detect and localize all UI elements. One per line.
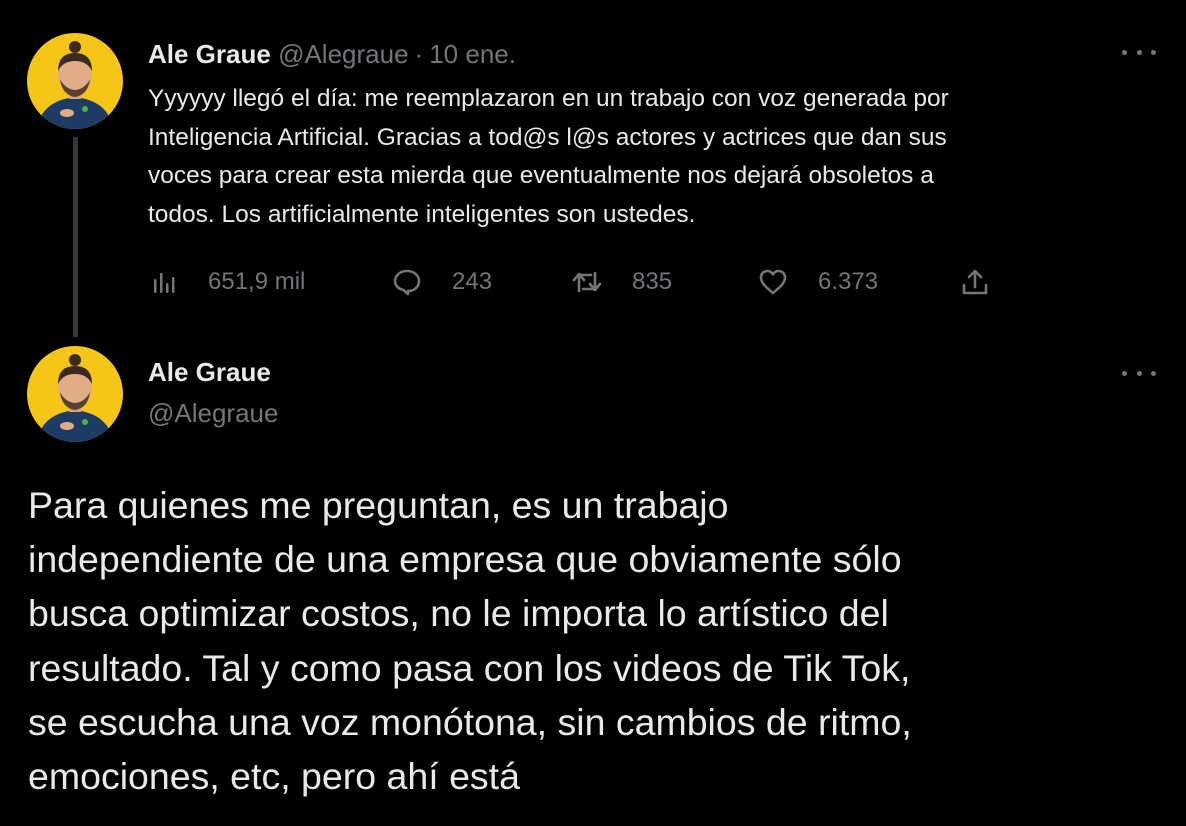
retweet-icon (572, 271, 602, 293)
tweet-text: Para quienes me preguntan, es un trabajo… (28, 484, 912, 798)
views-icon (154, 273, 175, 293)
views-count: 651,9 mil (208, 268, 306, 295)
like-button[interactable]: 6.373 (758, 262, 878, 302)
reply-button[interactable]: 243 (392, 262, 492, 302)
thread-line (73, 137, 78, 337)
tweet-text: Yyyyyy llegó el día: me reemplazaron en … (148, 85, 949, 228)
author-name[interactable]: Ale Graue (148, 356, 271, 388)
reply-icon (393, 269, 421, 296)
tweet-header: Ale Graue @Alegraue · 10 ene. (148, 38, 516, 70)
author-handle[interactable]: @Alegraue (148, 396, 278, 430)
retweet-count: 835 (632, 268, 673, 295)
views-button[interactable]: 651,9 mil (148, 262, 305, 302)
avatar-image (27, 33, 123, 129)
author-name[interactable]: Ale Graue (148, 39, 271, 69)
more-icon[interactable] (1122, 46, 1156, 58)
share-button[interactable] (960, 262, 990, 302)
avatar[interactable] (27, 346, 123, 442)
share-icon (962, 269, 988, 295)
avatar[interactable] (27, 33, 123, 129)
header-separator: · (414, 39, 424, 69)
tweet-actions: 651,9 mil 243 835 6.373 (148, 262, 1008, 302)
like-count: 6.373 (818, 268, 879, 295)
more-icon[interactable] (1122, 367, 1156, 379)
author-handle[interactable]: @Alegraue (278, 39, 408, 69)
like-icon (759, 269, 787, 295)
reply-count: 243 (452, 268, 493, 295)
retweet-button[interactable]: 835 (572, 262, 672, 302)
avatar-image (27, 346, 123, 442)
tweet-date[interactable]: 10 ene. (429, 39, 516, 69)
